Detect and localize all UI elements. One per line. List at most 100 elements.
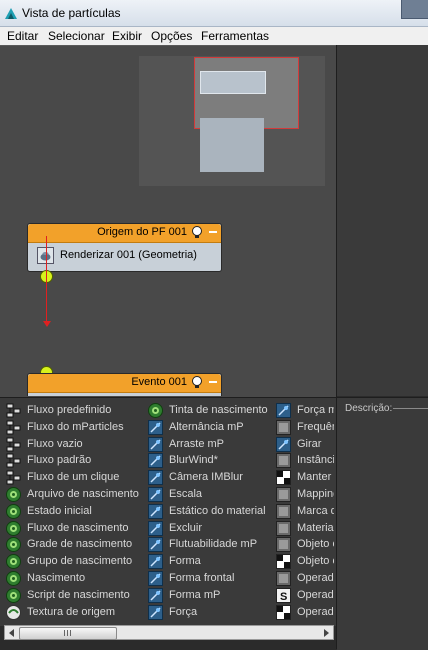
depot-item-label: Força m — [297, 404, 334, 416]
origin-node-header[interactable]: Origem do PF 001 — [28, 224, 221, 243]
depot-item-label: Script de nascimento — [27, 588, 130, 601]
depot-item-grade-de-nascimento[interactable]: Grade de nascimento — [6, 536, 142, 553]
depot-item-label: Arquivo de nascimento — [27, 488, 139, 500]
operator-icon — [148, 503, 163, 519]
depot-item-script-de-nascimento[interactable]: Script de nascimento — [6, 587, 142, 603]
depot-item-tinta-de-nascimento[interactable]: Tinta de nascimento — [148, 402, 284, 418]
menu-selecionar[interactable]: Selecionar — [48, 29, 105, 43]
operator-icon — [148, 487, 163, 502]
origin-node[interactable]: Origem do PF 001 Renderizar 001 (Geometr… — [27, 223, 222, 272]
depot-item-label: Operado — [297, 572, 334, 584]
menu-opcoes[interactable]: Opções — [151, 29, 192, 43]
depot-item-fluxo-de-nascimento[interactable]: Fluxo de nascimento — [6, 520, 142, 536]
depot-item-estatico-do-material[interactable]: Estático do material — [148, 503, 284, 519]
window-controls[interactable] — [401, 0, 428, 19]
lightbulb-icon[interactable] — [191, 226, 203, 239]
scroll-right-icon[interactable] — [324, 629, 329, 637]
depot-item-fluxo-vazio[interactable]: Fluxo vazio — [6, 436, 142, 452]
depot-item-label: Fluxo predefinido — [27, 404, 112, 416]
flow-icon — [6, 453, 21, 468]
operator-icon — [148, 419, 163, 435]
lightbulb-icon[interactable] — [191, 376, 203, 389]
script-icon: S — [276, 587, 291, 603]
origin-node-operator[interactable]: Renderizar 001 (Geometria) — [28, 243, 221, 269]
operator-icon — [148, 554, 163, 570]
depot-item-label: Operado — [297, 588, 334, 601]
particle-view-canvas[interactable] — [0, 45, 336, 397]
operator-icon — [148, 571, 163, 586]
depot-item-material[interactable]: Material — [276, 520, 334, 536]
depot-item-fluxo-de-um-clique[interactable]: Fluxo de um clique — [6, 469, 142, 485]
depot-item-objeto-c[interactable]: Objeto c — [276, 536, 334, 553]
depot-item-forma-mp[interactable]: Forma mP — [148, 587, 284, 603]
event-wire[interactable] — [46, 236, 47, 324]
collapse-icon[interactable] — [209, 231, 217, 233]
depot-item-excluir[interactable]: Excluir — [148, 520, 284, 536]
depot-item-label: Escala — [169, 488, 203, 500]
depot-item-frequen[interactable]: Frequên — [276, 419, 334, 435]
depot-item-label: Força — [169, 605, 198, 618]
depot-item-instancia[interactable]: Instância — [276, 452, 334, 469]
depot-item-operado[interactable]: S Operado — [276, 587, 334, 603]
description-label: Descrição: — [345, 403, 393, 414]
event-node[interactable]: Evento 001 — [27, 373, 222, 396]
scroll-left-icon[interactable] — [9, 629, 14, 637]
depot-item-label: Excluir — [169, 521, 203, 534]
scroll-thumb[interactable] — [19, 627, 117, 640]
menu-editar[interactable]: Editar — [7, 29, 38, 43]
window-title: Vista de partículas — [22, 6, 121, 20]
depot-item-label: Estado inicial — [27, 504, 92, 517]
gray-icon — [276, 571, 291, 586]
depot-item-fluxo-padrao[interactable]: Fluxo padrão — [6, 452, 142, 468]
parameters-panel — [337, 45, 428, 396]
gray-icon — [276, 419, 291, 435]
depot-item-marca-d[interactable]: Marca d — [276, 503, 334, 519]
depot-item-operado[interactable]: Operado — [276, 570, 334, 586]
depot-item-flutuabilidade-mp[interactable]: Flutuabilidade mP — [148, 536, 284, 553]
description-divider — [393, 408, 428, 409]
depot-item-alternancia-mp[interactable]: Alternância mP — [148, 419, 284, 435]
depot-item-forma-frontal[interactable]: Forma frontal — [148, 570, 284, 586]
depot-item-escala[interactable]: Escala — [148, 486, 284, 502]
depot-item-arraste-mp[interactable]: Arraste mP — [148, 436, 284, 452]
depot-item-manter-s[interactable]: Manter s — [276, 469, 334, 486]
depot-item-fluxo-predefinido[interactable]: Fluxo predefinido — [6, 402, 142, 418]
depot-item-objeto-c[interactable]: Objeto c — [276, 553, 334, 570]
gray-icon — [276, 537, 291, 553]
depot-item-forca-m[interactable]: Força m — [276, 402, 334, 418]
depot-item-label: Grade de nascimento — [27, 538, 133, 551]
event-node-header[interactable]: Evento 001 — [28, 374, 221, 393]
depot-horizontal-scrollbar[interactable] — [4, 625, 334, 640]
depot-item-grupo-de-nascimento[interactable]: Grupo de nascimento — [6, 553, 142, 570]
checker-icon — [276, 604, 291, 620]
depot-item-label: Mapping — [297, 488, 334, 500]
depot-item-label: Objeto c — [297, 538, 334, 551]
depot-item-estado-inicial[interactable]: Estado inicial — [6, 503, 142, 519]
operator-icon — [276, 436, 291, 452]
depot-item-label: Nascimento — [27, 572, 86, 584]
birth-icon — [6, 571, 21, 586]
depot-item-mapping[interactable]: Mapping — [276, 486, 334, 502]
depot-item-operado[interactable]: Operado — [276, 604, 334, 620]
depot-item-textura-de-origem[interactable]: Textura de origem — [6, 604, 142, 620]
depot-item-label: Fluxo de um clique — [27, 471, 120, 484]
collapse-icon[interactable] — [209, 381, 217, 383]
origin-node-title: Origem do PF 001 — [97, 226, 187, 238]
depot-item-label: Forma — [169, 555, 201, 568]
flow-icon — [6, 470, 21, 485]
title-bar: Vista de partículas — [0, 0, 428, 27]
menu-exibir[interactable]: Exibir — [112, 29, 142, 43]
depot-item-forca[interactable]: Força — [148, 604, 284, 620]
depot-item-blurwind[interactable]: BlurWind* — [148, 452, 284, 469]
depot-item-label: Grupo de nascimento — [27, 555, 133, 568]
depot-item-nascimento[interactable]: Nascimento — [6, 570, 142, 586]
description-panel: Descrição: — [337, 397, 428, 650]
depot-item-camera-imblur[interactable]: Câmera IMBlur — [148, 469, 284, 486]
menu-ferramentas[interactable]: Ferramentas — [201, 29, 269, 43]
depot-item-girar[interactable]: Girar — [276, 436, 334, 452]
depot-item-forma[interactable]: Forma — [148, 553, 284, 570]
depot-item-label: Girar — [297, 437, 322, 450]
navigator-node-origin — [200, 71, 266, 94]
depot-item-arquivo-de-nascimento[interactable]: Arquivo de nascimento — [6, 486, 142, 502]
depot-item-fluxo-do-mparticles[interactable]: Fluxo do mParticles — [6, 419, 142, 435]
